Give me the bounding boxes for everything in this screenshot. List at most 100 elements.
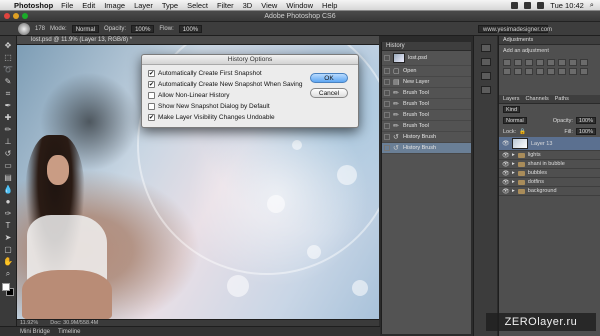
curves-icon[interactable]: [525, 59, 533, 66]
eye-icon[interactable]: 👁: [502, 140, 510, 147]
opacity-field[interactable]: 100%: [131, 24, 155, 33]
levels-icon[interactable]: [514, 59, 522, 66]
selective-color-icon[interactable]: [580, 68, 588, 75]
checkbox-unchecked[interactable]: [148, 103, 155, 110]
layer-kind-filter[interactable]: Kind: [503, 106, 521, 113]
brush-preset-icon[interactable]: [18, 22, 30, 35]
panel-icon[interactable]: [480, 58, 491, 66]
photo-filter-icon[interactable]: [503, 68, 511, 75]
option-layer-visibility-undoable[interactable]: ✔ Make Layer Visibility Changes Undoable: [148, 114, 275, 121]
healing-tool-icon[interactable]: ✚: [3, 112, 14, 123]
layer-row[interactable]: 👁 ▸ bubbles: [499, 169, 600, 178]
history-brush-tool-icon[interactable]: ↺: [3, 148, 14, 159]
shape-tool-icon[interactable]: ▢: [3, 244, 14, 255]
option-first-snapshot[interactable]: ✔ Automatically Create First Snapshot: [148, 70, 262, 77]
hue-saturation-icon[interactable]: [558, 59, 566, 66]
close-window-icon[interactable]: [4, 13, 10, 19]
stamp-tool-icon[interactable]: ⊥: [3, 136, 14, 147]
fill-field[interactable]: 100%: [575, 128, 596, 135]
channel-mixer-icon[interactable]: [514, 68, 522, 75]
menu-file[interactable]: File: [61, 1, 73, 10]
eraser-tool-icon[interactable]: ▭: [3, 160, 14, 171]
checkbox-checked[interactable]: ✔: [148, 70, 155, 77]
menu-layer[interactable]: Layer: [134, 1, 153, 10]
tab-mini-bridge[interactable]: Mini Bridge: [20, 329, 50, 335]
zoom-window-icon[interactable]: [22, 13, 28, 19]
history-step[interactable]: ✏ Brush Tool: [382, 88, 471, 99]
dodge-tool-icon[interactable]: ●: [3, 196, 14, 207]
blend-mode-select[interactable]: Normal: [503, 117, 527, 124]
history-source-box[interactable]: [384, 68, 390, 74]
lasso-tool-icon[interactable]: ➰: [3, 64, 14, 75]
posterize-icon[interactable]: [547, 68, 555, 75]
tab-adjustments[interactable]: Adjustments: [503, 37, 533, 43]
checkbox-unchecked[interactable]: [148, 92, 155, 99]
pen-tool-icon[interactable]: ✑: [3, 208, 14, 219]
menu-view[interactable]: View: [261, 1, 277, 10]
tab-paths[interactable]: Paths: [555, 96, 569, 102]
expand-arrow-icon[interactable]: ▸: [512, 179, 515, 185]
tab-channels[interactable]: Channels: [526, 96, 549, 102]
crop-tool-icon[interactable]: ⌗: [3, 88, 14, 99]
color-lookup-icon[interactable]: [525, 68, 533, 75]
gradient-map-icon[interactable]: [569, 68, 577, 75]
move-tool-icon[interactable]: ✥: [3, 40, 14, 51]
ok-button[interactable]: OK: [310, 73, 348, 83]
option-non-linear-history[interactable]: Allow Non-Linear History: [148, 92, 230, 99]
mode-select[interactable]: Normal: [71, 24, 100, 33]
lock-icon[interactable]: 🔒: [519, 129, 526, 135]
invert-icon[interactable]: [536, 68, 544, 75]
history-step[interactable]: ▢ Open: [382, 66, 471, 77]
gradient-tool-icon[interactable]: ▤: [3, 172, 14, 183]
blur-tool-icon[interactable]: 💧: [3, 184, 14, 195]
brush-tool-icon[interactable]: ✏: [3, 124, 14, 135]
panel-icon[interactable]: [480, 86, 491, 94]
eye-icon[interactable]: 👁: [502, 179, 510, 186]
vibrance-icon[interactable]: [547, 59, 555, 66]
layer-row[interactable]: 👁 ▸ dotfins: [499, 178, 600, 187]
path-select-tool-icon[interactable]: ➤: [3, 232, 14, 243]
document-tab[interactable]: lost.psd @ 11.9% (Layer 13, RGB/8) *: [17, 36, 379, 45]
brush-size[interactable]: 178: [35, 26, 45, 32]
brightness-icon[interactable]: [503, 59, 511, 66]
history-source-box[interactable]: [384, 145, 390, 151]
zoom-tool-icon[interactable]: ⌕: [3, 268, 14, 279]
app-menu[interactable]: Photoshop: [14, 1, 53, 10]
layer-row[interactable]: 👁 ▸ shani in bubble: [499, 160, 600, 169]
menu-edit[interactable]: Edit: [82, 1, 95, 10]
eye-icon[interactable]: 👁: [502, 161, 510, 168]
tab-layers[interactable]: Layers: [503, 96, 520, 102]
eye-icon[interactable]: 👁: [502, 152, 510, 159]
threshold-icon[interactable]: [558, 68, 566, 75]
quick-select-tool-icon[interactable]: ✎: [3, 76, 14, 87]
checkbox-checked[interactable]: ✔: [148, 114, 155, 121]
expand-arrow-icon[interactable]: ▸: [512, 152, 515, 158]
menu-help[interactable]: Help: [322, 1, 337, 10]
menu-select[interactable]: Select: [187, 1, 208, 10]
layer-row-selected[interactable]: 👁 Layer 13: [499, 137, 600, 151]
panel-icon[interactable]: [480, 72, 491, 80]
color-swatches[interactable]: [1, 283, 15, 296]
history-source-box[interactable]: [384, 101, 390, 107]
history-source-box[interactable]: [384, 134, 390, 140]
expand-arrow-icon[interactable]: ▸: [512, 161, 515, 167]
history-source-box[interactable]: [384, 112, 390, 118]
clock[interactable]: Tue 10:42: [550, 1, 584, 10]
eyedropper-tool-icon[interactable]: ✒: [3, 100, 14, 111]
history-source-box[interactable]: [384, 90, 390, 96]
history-step[interactable]: ✏ Brush Tool: [382, 110, 471, 121]
history-step[interactable]: ↺ History Brush: [382, 132, 471, 143]
expand-arrow-icon[interactable]: ▸: [512, 170, 515, 176]
menu-type[interactable]: Type: [162, 1, 178, 10]
exposure-icon[interactable]: [536, 59, 544, 66]
checkbox-checked[interactable]: ✔: [148, 81, 155, 88]
history-step-selected[interactable]: ↺ History Brush: [382, 143, 471, 154]
history-step[interactable]: ✏ Brush Tool: [382, 121, 471, 132]
color-balance-icon[interactable]: [569, 59, 577, 66]
panel-icon[interactable]: [480, 44, 491, 52]
menu-3d[interactable]: 3D: [243, 1, 253, 10]
hand-tool-icon[interactable]: ✋: [3, 256, 14, 267]
wifi-icon[interactable]: [511, 1, 519, 9]
menu-image[interactable]: Image: [104, 1, 125, 10]
minimize-window-icon[interactable]: [13, 13, 19, 19]
